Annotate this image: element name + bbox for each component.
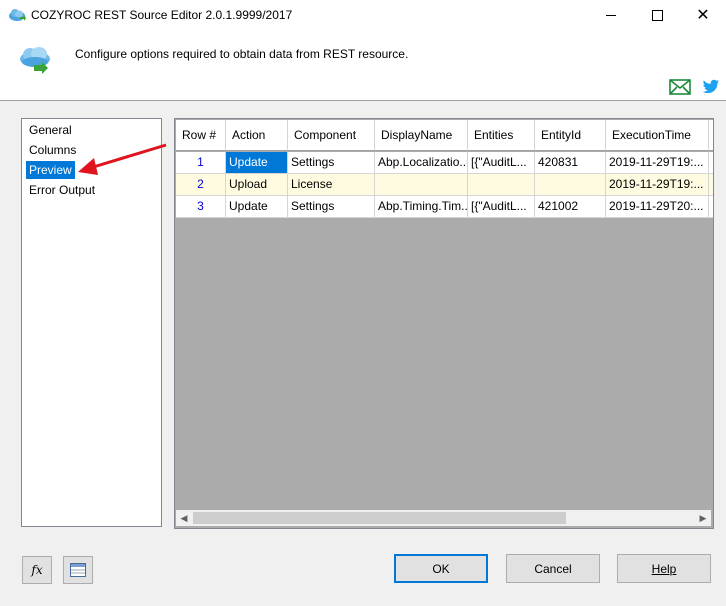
- cell-entityid[interactable]: [535, 174, 606, 196]
- cancel-button[interactable]: Cancel: [506, 554, 600, 583]
- scroll-left-arrow-icon[interactable]: ◀: [176, 510, 192, 526]
- cell-overflow: [709, 152, 713, 174]
- cell-displayname[interactable]: [375, 174, 468, 196]
- cloud-download-icon: [20, 47, 50, 74]
- cell-entities[interactable]: [{"AuditL...: [468, 196, 535, 218]
- expression-button[interactable]: fx: [22, 556, 52, 584]
- annotation-arrow-icon: [78, 143, 167, 175]
- column-header-displayname[interactable]: DisplayName: [375, 120, 468, 151]
- column-header-row-number[interactable]: Row #: [176, 120, 226, 151]
- cell-component[interactable]: License: [288, 174, 375, 196]
- cell-row-number[interactable]: 3: [176, 196, 226, 218]
- column-header-overflow: [709, 120, 713, 151]
- grid-view-icon: [70, 563, 86, 577]
- maximize-button[interactable]: [634, 0, 680, 31]
- close-icon: ✕: [696, 6, 710, 24]
- column-header-entityid[interactable]: EntityId: [535, 120, 606, 151]
- minimize-icon: [606, 15, 616, 16]
- cell-overflow: [709, 196, 713, 218]
- preview-grid[interactable]: Row # Action Component DisplayName Entit…: [174, 118, 714, 529]
- fx-icon: fx: [31, 563, 43, 577]
- scrollbar-thumb[interactable]: [193, 512, 566, 524]
- cell-executiontime[interactable]: 2019-11-29T19:...: [606, 174, 709, 196]
- column-header-entities[interactable]: Entities: [468, 120, 535, 151]
- column-header-component[interactable]: Component: [288, 120, 375, 151]
- cell-action[interactable]: Update: [226, 152, 288, 174]
- scroll-right-arrow-icon[interactable]: ▶: [695, 510, 711, 526]
- dialog-header: Configure options required to obtain dat…: [0, 31, 726, 100]
- cell-executiontime[interactable]: 2019-11-29T19:...: [606, 152, 709, 174]
- cell-action[interactable]: Update: [226, 196, 288, 218]
- mail-icon[interactable]: [669, 79, 691, 95]
- cell-entities[interactable]: [468, 174, 535, 196]
- cell-component[interactable]: Settings: [288, 152, 375, 174]
- maximize-icon: [651, 10, 663, 21]
- cell-displayname[interactable]: Abp.Localizatio...: [375, 152, 468, 174]
- help-button-label: Help: [651, 561, 677, 576]
- nav-item-preview[interactable]: Preview: [26, 161, 75, 179]
- nav-item-error-output[interactable]: Error Output: [26, 181, 98, 199]
- horizontal-scrollbar[interactable]: ◀ ▶: [176, 510, 711, 526]
- cloud-icon: [9, 9, 26, 21]
- cell-displayname[interactable]: Abp.Timing.Tim...: [375, 196, 468, 218]
- ok-button[interactable]: OK: [394, 554, 488, 583]
- cell-entities[interactable]: [{"AuditL...: [468, 152, 535, 174]
- cell-entityid[interactable]: 420831: [535, 152, 606, 174]
- cell-row-number[interactable]: 2: [176, 174, 226, 196]
- help-button[interactable]: Help: [617, 554, 711, 583]
- window-title: COZYROC REST Source Editor 2.0.1.9999/20…: [31, 8, 293, 22]
- cell-component[interactable]: Settings: [288, 196, 375, 218]
- cell-entityid[interactable]: 421002: [535, 196, 606, 218]
- column-header-executiontime[interactable]: ExecutionTime: [606, 120, 709, 151]
- column-header-action[interactable]: Action: [226, 120, 288, 151]
- header-description: Configure options required to obtain dat…: [75, 47, 409, 61]
- twitter-icon[interactable]: [702, 79, 720, 95]
- cell-action[interactable]: Upload: [226, 174, 288, 196]
- view-button[interactable]: [63, 556, 93, 584]
- page-navigation-list: General Columns Preview Error Output: [21, 118, 162, 527]
- nav-item-general[interactable]: General: [26, 121, 75, 139]
- minimize-button[interactable]: [588, 0, 634, 31]
- cell-executiontime[interactable]: 2019-11-29T20:...: [606, 196, 709, 218]
- close-button[interactable]: ✕: [680, 0, 726, 31]
- title-bar: COZYROC REST Source Editor 2.0.1.9999/20…: [0, 0, 726, 31]
- cell-overflow: [709, 174, 713, 196]
- cell-row-number[interactable]: 1: [176, 152, 226, 174]
- nav-item-columns[interactable]: Columns: [26, 141, 79, 159]
- header-separator: [0, 100, 726, 101]
